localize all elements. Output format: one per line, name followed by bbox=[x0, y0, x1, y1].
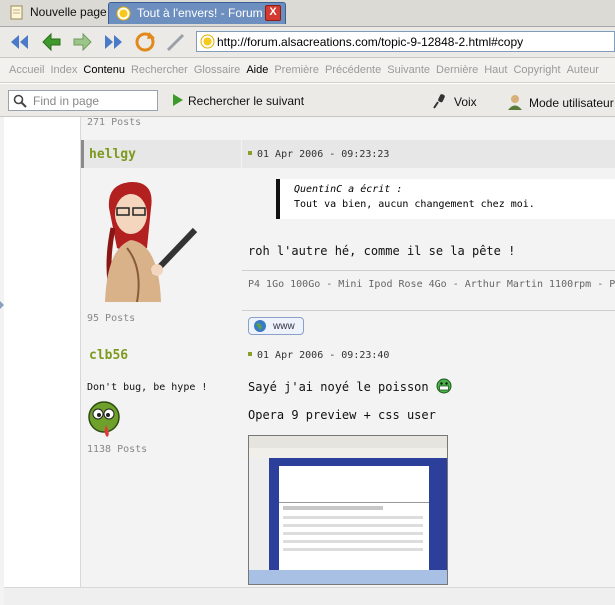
post-author-profile: hellgy 95 Posts bbox=[81, 140, 241, 339]
site-nav-link[interactable]: Copyright bbox=[510, 58, 563, 76]
quote-text: Tout va bien, aucun changement chez moi. bbox=[294, 199, 535, 210]
site-nav-link[interactable]: Rechercher bbox=[128, 58, 191, 76]
site-nav-link[interactable]: Première bbox=[271, 58, 322, 76]
site-nav-link[interactable]: Auteur bbox=[564, 58, 602, 76]
tab-label: Nouvelle page bbox=[30, 5, 107, 19]
post-message: 01 Apr 2006 - 09:23:23 QuentinC a écrit … bbox=[242, 140, 615, 339]
edit-icon[interactable] bbox=[164, 30, 188, 54]
sun-icon bbox=[116, 6, 131, 21]
site-nav-link[interactable]: Précédente bbox=[322, 58, 384, 76]
site-nav-link[interactable]: Suivante bbox=[384, 58, 433, 76]
close-tab-icon[interactable]: X bbox=[265, 5, 281, 21]
post-signature: P4 1Go 100Go - Mini Ipod Rose 4Go - Arth… bbox=[248, 279, 615, 290]
sun-icon bbox=[200, 34, 215, 49]
grin-smiley-icon bbox=[436, 378, 452, 394]
author-name[interactable]: clb56 bbox=[89, 348, 128, 363]
site-nav-link[interactable]: Glossaire bbox=[191, 58, 243, 76]
user-icon bbox=[508, 95, 522, 110]
quote-author: QuentinC a écrit : bbox=[294, 184, 403, 195]
post-body-line: Opera 9 preview + css user bbox=[248, 408, 436, 422]
expand-arrow-icon[interactable] bbox=[0, 301, 4, 309]
globe-icon bbox=[254, 320, 266, 332]
page-bottom-strip bbox=[4, 587, 615, 605]
find-next-label: Rechercher le suivant bbox=[188, 94, 305, 108]
bullet-icon bbox=[248, 352, 252, 356]
forward-icon[interactable] bbox=[70, 30, 94, 54]
tab-label: Tout à l'envers! - Forum ... bbox=[137, 6, 277, 20]
tab-bar: Nouvelle page Tout à l'envers! - Forum .… bbox=[0, 0, 615, 27]
url-text: http://forum.alsacreations.com/topic-9-1… bbox=[217, 35, 524, 49]
find-placeholder: Find in page bbox=[33, 94, 100, 108]
site-nav-link[interactable]: Dernière bbox=[433, 58, 481, 76]
post-date: 01 Apr 2006 - 09:23:40 bbox=[248, 350, 389, 361]
voice-label: Voix bbox=[454, 95, 477, 109]
find-input[interactable]: Find in page bbox=[8, 90, 158, 111]
post-message: 01 Apr 2006 - 09:23:40 Sayé j'ai noyé le… bbox=[242, 342, 615, 587]
post-body: roh l'autre hé, comme il se la pête ! bbox=[248, 244, 516, 258]
post-count: 1138 Posts bbox=[87, 444, 148, 455]
rewind-icon[interactable] bbox=[8, 30, 32, 54]
find-bar: Find in page Rechercher le suivant Voix … bbox=[0, 84, 615, 117]
find-next-button[interactable]: Rechercher le suivant bbox=[172, 93, 304, 108]
tab-forum[interactable]: Tout à l'envers! - Forum ... X bbox=[108, 2, 286, 24]
microphone-icon bbox=[433, 94, 445, 109]
www-button[interactable]: www bbox=[248, 317, 304, 335]
post-count: 95 Posts bbox=[87, 313, 136, 324]
forum-post: hellgy 95 Posts 01 Apr 2006 - 09:23:23 Q… bbox=[81, 140, 615, 339]
site-nav-link[interactable]: Index bbox=[47, 58, 80, 76]
attached-screenshot[interactable] bbox=[248, 435, 448, 585]
fast-forward-icon[interactable] bbox=[101, 30, 125, 54]
post-body-line: Sayé j'ai noyé le poisson bbox=[248, 380, 429, 394]
site-nav-link[interactable]: Aide bbox=[243, 58, 271, 76]
left-gutter bbox=[4, 117, 81, 587]
author-name[interactable]: hellgy bbox=[89, 147, 136, 162]
site-nav-link[interactable]: Accueil bbox=[0, 58, 47, 76]
www-label: www bbox=[273, 321, 295, 332]
post-body: Sayé j'ai noyé le poisson bbox=[248, 378, 452, 394]
author-header: hellgy bbox=[81, 140, 241, 168]
previous-post-count: 271 Posts bbox=[87, 117, 142, 128]
author-avatar bbox=[88, 401, 120, 437]
forum-post: clb56 Don't bug, be hype ! 1138 Posts 01… bbox=[81, 342, 615, 587]
back-icon[interactable] bbox=[40, 30, 64, 54]
author-motto: Don't bug, be hype ! bbox=[87, 382, 208, 393]
voice-button[interactable]: Voix bbox=[432, 93, 477, 109]
user-mode-button[interactable]: Mode utilisateur bbox=[506, 93, 615, 111]
tab-new-page[interactable]: Nouvelle page bbox=[2, 2, 107, 24]
user-mode-label: Mode utilisateur bbox=[529, 96, 614, 110]
site-nav-link[interactable]: Contenu bbox=[80, 58, 128, 76]
post-date-text: 01 Apr 2006 - 09:23:40 bbox=[257, 350, 390, 361]
bullet-icon bbox=[248, 151, 252, 155]
post-author-profile: clb56 Don't bug, be hype ! 1138 Posts bbox=[81, 342, 241, 587]
signature-divider bbox=[242, 270, 615, 271]
signature-divider bbox=[242, 310, 615, 311]
reload-icon[interactable] bbox=[133, 30, 157, 54]
quote-block: QuentinC a écrit : Tout va bien, aucun c… bbox=[276, 179, 615, 219]
navigation-toolbar: http://forum.alsacreations.com/topic-9-1… bbox=[0, 27, 615, 58]
post-date-text: 01 Apr 2006 - 09:23:23 bbox=[257, 149, 390, 160]
play-icon bbox=[173, 94, 183, 106]
author-avatar bbox=[105, 182, 198, 302]
page-icon bbox=[10, 5, 23, 20]
site-nav-link[interactable]: Haut bbox=[481, 58, 510, 76]
search-icon bbox=[13, 94, 27, 108]
site-navigation-bar: Accueil Index Contenu Rechercher Glossaire Ai… bbox=[0, 58, 615, 83]
page-content: 271 Posts hellgy 95 Posts 01 Apr 2006 - bbox=[0, 117, 615, 605]
address-bar[interactable]: http://forum.alsacreations.com/topic-9-1… bbox=[196, 31, 615, 52]
post-date: 01 Apr 2006 - 09:23:23 bbox=[248, 149, 389, 160]
opera-screenshot-image bbox=[249, 436, 447, 584]
post-header: 01 Apr 2006 - 09:23:23 bbox=[242, 140, 615, 168]
